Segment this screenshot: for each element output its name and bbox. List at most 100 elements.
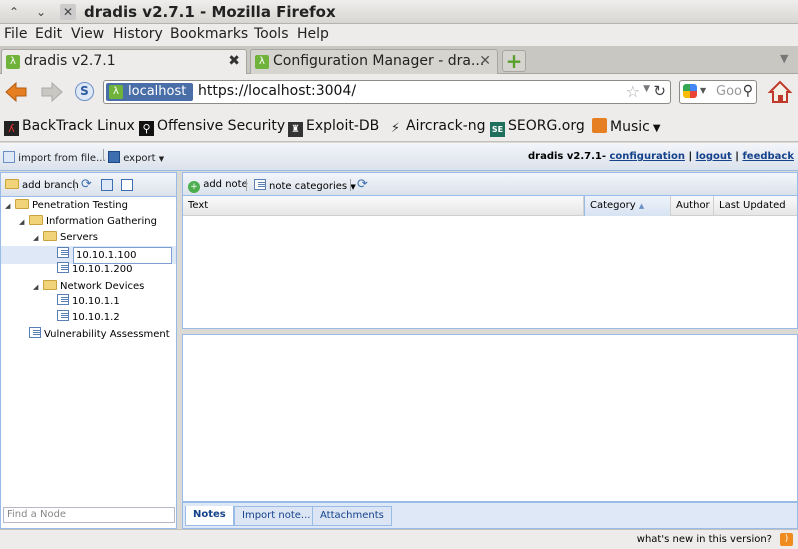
bookmark-seorg[interactable]: SE SEORG.org [490,118,585,137]
minimize-icon[interactable]: ⌄ [33,4,49,20]
tab-notes[interactable]: Notes [185,506,234,526]
import-from-file-button[interactable]: import from file... ▼ [3,151,114,164]
configuration-link[interactable]: configuration [609,151,684,162]
menu-bar: File Edit View History Bookmarks Tools H… [0,24,798,46]
app-header-links: dradis v2.7.1- configuration | logout | … [528,151,794,162]
logout-link[interactable]: logout [696,151,732,162]
site-identity-button[interactable]: λ localhost [106,83,193,101]
add-note-button[interactable]: + add note [188,179,248,193]
dradis-favicon-icon: λ [109,85,123,99]
chevron-down-icon: ▼ [350,183,356,191]
search-engine-dropdown-icon[interactable]: ▼ [700,86,706,95]
close-window-icon[interactable]: ✕ [60,4,76,20]
app-brand: dradis v2.7.1- [527,151,606,162]
tree-node-network-devices[interactable]: ◢ Network Devices [33,279,144,295]
export-label: export [123,153,156,164]
dradis-favicon-icon: λ [6,55,20,69]
tree-node-information-gathering[interactable]: ◢ Information Gathering [19,214,157,230]
refresh-icon[interactable]: ⟳ [357,177,368,192]
menu-edit[interactable]: Edit [35,26,62,42]
node-tree-panel: add branch ⟳ ◢ Penetration Testing ◢ Infor… [0,172,177,529]
menu-file[interactable]: File [4,26,27,42]
export-button[interactable]: export ▼ [108,151,164,164]
node-label: Servers [60,232,99,243]
refresh-icon[interactable]: ⟳ [81,177,92,192]
tab-attachments[interactable]: Attachments [312,506,392,526]
maximize-icon[interactable]: ⌃ [6,4,22,20]
menu-tools[interactable]: Tools [254,26,289,42]
rss-icon[interactable]: ) [780,533,793,546]
tree-node-10-10-1-200[interactable]: 10.10.1.200 [57,262,132,278]
find-node-input[interactable]: Find a Node [3,507,175,523]
tree-node-servers[interactable]: ◢ Servers [33,230,98,246]
folder-icon [43,231,57,241]
column-category[interactable]: Category ▲ [584,196,671,216]
expanded-arrow-icon[interactable]: ◢ [33,279,43,295]
column-last-updated[interactable]: Last Updated [714,196,797,216]
note-categories-button[interactable]: note categories ▼ [254,179,356,192]
column-text[interactable]: Text [183,196,584,216]
column-author[interactable]: Author [671,196,714,216]
link-separator: | [735,151,739,162]
tab-bar: λ dradis v2.7.1 ✖ λ Configuration Manage… [0,46,798,75]
collapse-all-icon[interactable] [121,179,133,191]
folder-icon [29,215,43,225]
bookmark-offensive-security[interactable]: ⚲ Offensive Security [139,118,285,136]
menu-bookmarks[interactable]: Bookmarks [170,26,248,42]
reload-icon[interactable]: ↻ [653,82,666,100]
google-icon [683,84,697,98]
bookmark-exploit-db[interactable]: ♜ Exploit-DB [288,118,379,137]
home-icon[interactable] [767,79,793,105]
expanded-arrow-icon[interactable]: ◢ [33,230,43,246]
tab-dradis[interactable]: λ dradis v2.7.1 ✖ [1,49,247,75]
bookmark-label: BackTrack Linux [22,118,135,134]
expanded-arrow-icon[interactable]: ◢ [5,198,15,214]
tree-toolbar: add branch ⟳ [1,173,176,197]
import-icon [3,151,15,163]
search-input[interactable]: ▼ Goo ⚲ [679,80,757,104]
expand-all-icon[interactable] [101,179,113,191]
tab-import-note[interactable]: Import note... [234,506,319,526]
menu-help[interactable]: Help [297,26,329,42]
close-tab-icon[interactable]: ✖ [228,50,240,73]
add-branch-button[interactable]: add branch [5,179,79,191]
exploit-db-icon: ♜ [288,122,303,137]
node-leaf-icon [57,294,69,305]
feedback-link[interactable]: feedback [742,151,794,162]
note-categories-label: note categories [269,181,348,192]
tab-list-icon[interactable]: ▼ [780,52,788,65]
tree-node-10-10-1-2[interactable]: 10.10.1.2 [57,310,120,326]
back-arrow-icon[interactable] [4,81,28,103]
expanded-arrow-icon[interactable]: ◢ [19,214,29,230]
bookmark-star-icon[interactable]: ☆ [626,82,640,101]
sort-asc-icon: ▲ [638,202,645,210]
folder-icon [15,199,29,209]
tree-node-vulnerability-assessment[interactable]: Vulnerability Assessment [29,327,170,343]
bottom-tab-strip: Notes Import note... Attachments [182,502,798,529]
search-icon[interactable]: ⚲ [743,83,753,99]
url-bar[interactable]: λ localhost https://localhost:3004/ ☆ ▼ … [103,80,671,104]
url-dropdown-icon[interactable]: ▼ [643,84,650,94]
app-toolbar: import from file... ▼ export ▼ dradis v2… [0,143,798,171]
window-title: dradis v2.7.1 - Mozilla Firefox [84,3,336,21]
new-tab-button[interactable]: + [502,50,526,72]
link-separator: | [688,151,693,162]
menu-history[interactable]: History [113,26,163,42]
tree-node-penetration-testing[interactable]: ◢ Penetration Testing [5,198,128,214]
offensive-security-icon: ⚲ [139,121,154,136]
close-tab-icon[interactable]: ✕ [479,50,491,73]
addon-s-icon[interactable]: S [75,82,94,101]
tree-node-10-10-1-100[interactable] [57,247,72,263]
tab-label: dradis v2.7.1 [24,53,116,69]
categories-icon [254,179,266,190]
bookmark-folder-music[interactable]: Music ▼ [592,118,661,135]
node-label: Vulnerability Assessment [44,329,170,340]
folder-icon [43,280,57,290]
menu-view[interactable]: View [71,26,104,42]
whats-new-link[interactable]: what's new in this version? [637,534,772,545]
forward-arrow-icon[interactable] [40,81,64,103]
tree-node-10-10-1-1[interactable]: 10.10.1.1 [57,294,120,310]
bookmark-aircrack[interactable]: ⚡ Aircrack-ng [388,118,486,136]
bookmark-backtrack[interactable]: ʎ BackTrack Linux [4,118,135,136]
tab-configuration-manager[interactable]: λ Configuration Manager - dra... ✕ [250,49,498,74]
